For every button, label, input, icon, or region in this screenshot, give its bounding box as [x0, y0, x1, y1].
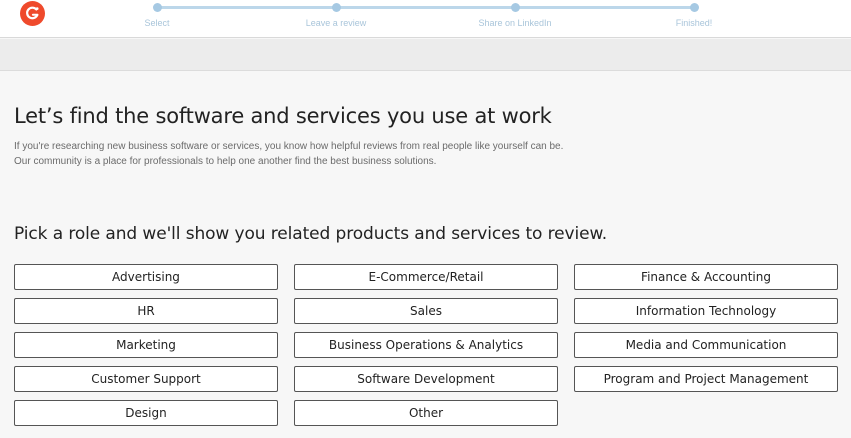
roles-heading: Pick a role and we'll show you related p…	[14, 224, 608, 244]
role-button-marketing[interactable]: Marketing	[14, 332, 278, 358]
step-dot	[331, 3, 341, 12]
step-finished: Finished!	[634, 0, 754, 28]
role-grid: Advertising E-Commerce/Retail Finance & …	[14, 264, 838, 426]
step-label: Leave a review	[305, 18, 367, 28]
page-title: Let’s find the software and services you…	[14, 104, 552, 128]
intro-line: Our community is a place for professiona…	[14, 156, 437, 167]
step-share-linkedin: Share on LinkedIn	[455, 0, 575, 28]
role-button-ecommerce-retail[interactable]: E-Commerce/Retail	[294, 264, 558, 290]
role-button-sales[interactable]: Sales	[294, 298, 558, 324]
role-button-advertising[interactable]: Advertising	[14, 264, 278, 290]
role-button-business-operations-analytics[interactable]: Business Operations & Analytics	[294, 332, 558, 358]
sub-header-bar	[0, 39, 851, 71]
step-label: Select	[144, 18, 170, 28]
role-button-information-technology[interactable]: Information Technology	[574, 298, 838, 324]
role-button-hr[interactable]: HR	[14, 298, 278, 324]
role-button-media-communication[interactable]: Media and Communication	[574, 332, 838, 358]
step-dot	[152, 3, 162, 12]
progress-track	[157, 6, 694, 9]
step-select: Select	[97, 0, 217, 28]
role-button-customer-support[interactable]: Customer Support	[14, 366, 278, 392]
role-button-design[interactable]: Design	[14, 400, 278, 426]
intro-text: If you're researching new business softw…	[14, 139, 563, 169]
top-header: Select Leave a review Share on LinkedIn …	[0, 0, 851, 38]
step-label: Finished!	[675, 18, 713, 28]
role-button-finance-accounting[interactable]: Finance & Accounting	[574, 264, 838, 290]
step-leave-review: Leave a review	[276, 0, 396, 28]
role-button-other[interactable]: Other	[294, 400, 558, 426]
intro-line: If you're researching new business softw…	[14, 141, 564, 152]
role-button-software-development[interactable]: Software Development	[294, 366, 558, 392]
g2-logo-icon[interactable]	[20, 1, 45, 26]
role-button-program-project-management[interactable]: Program and Project Management	[574, 366, 838, 392]
step-dot	[689, 3, 699, 12]
step-label: Share on LinkedIn	[478, 18, 552, 28]
step-dot	[510, 3, 520, 12]
